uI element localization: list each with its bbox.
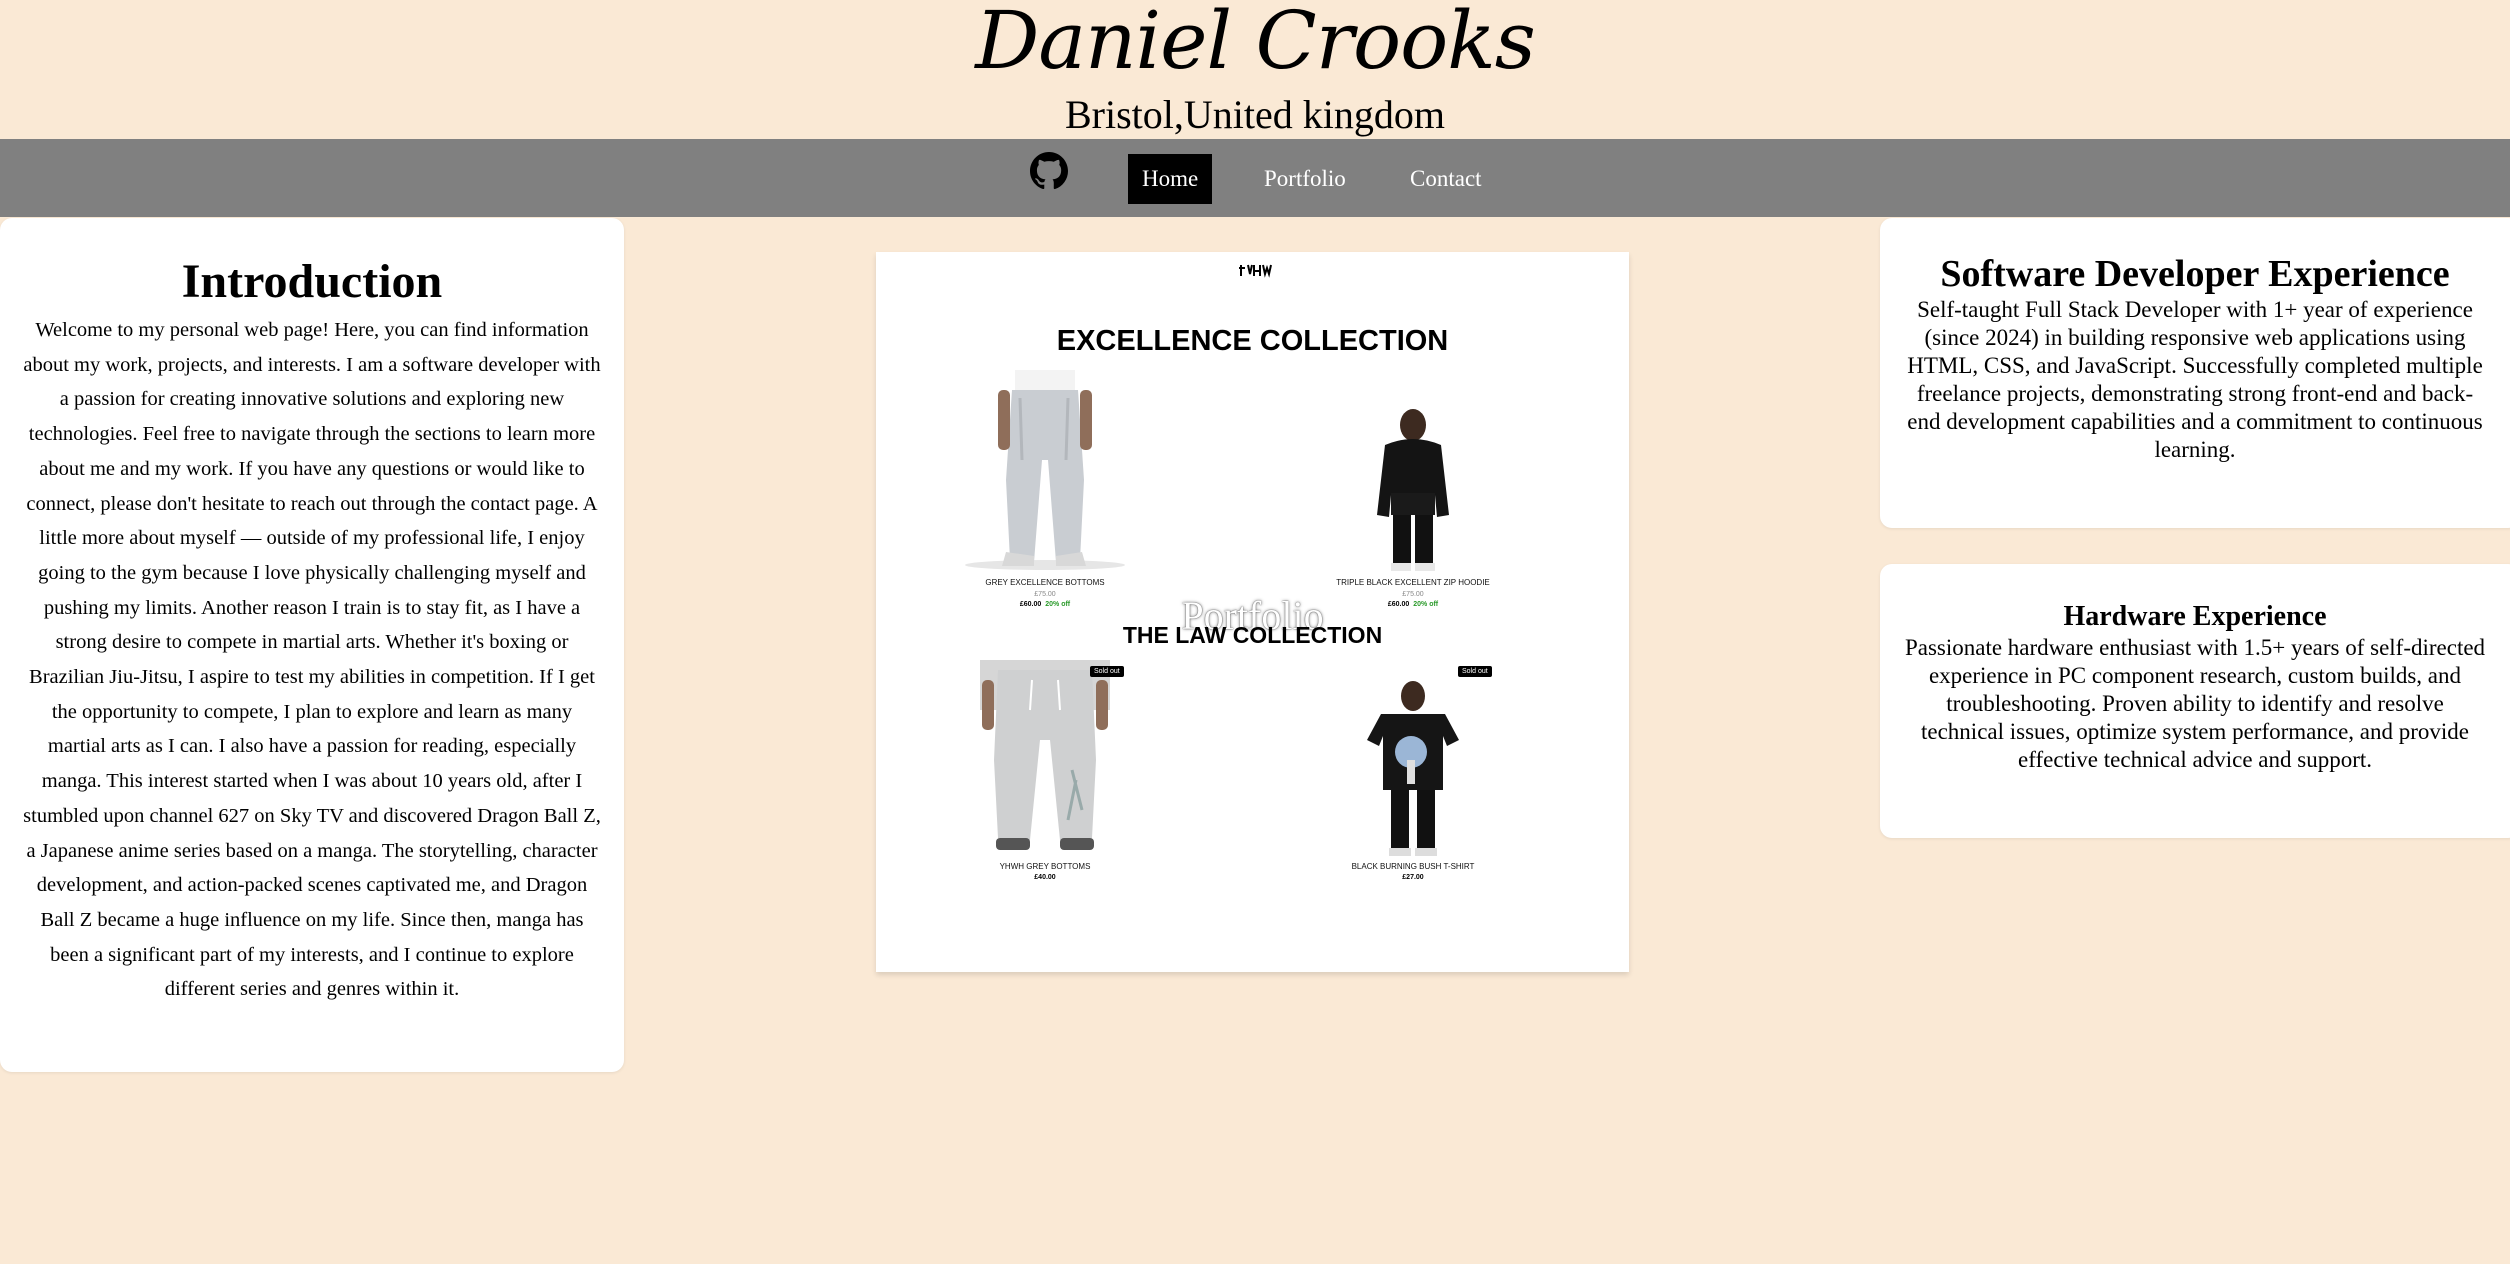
sold-out-badge: Sold out: [1458, 666, 1492, 677]
hardware-experience-text: Passionate hardware enthusiast with 1.5+…: [1904, 635, 2486, 772]
nav-contact[interactable]: Contact: [1396, 154, 1496, 204]
site-title: Daniel Crooks: [975, 0, 1536, 87]
excellence-collection-heading: EXCELLENCE COLLECTION: [1056, 325, 1449, 357]
introduction-card: Introduction Welcome to my personal web …: [0, 218, 624, 1072]
software-experience-heading: Software Developer Experience: [1940, 253, 2450, 295]
software-experience-card: Software Developer Experience Self-taugh…: [1880, 218, 2510, 528]
portfolio-preview-link[interactable]: EXCELLENCE COLLECTION GREY EXCELLENCE BO…: [876, 252, 1629, 972]
product-name: BLACK BURNING BUSH T-SHIRT: [1351, 862, 1475, 871]
product-card: TRIPLE BLACK EXCELLENT ZIP HOODIE £75.00…: [1308, 370, 1518, 615]
black-hoodie-image: [1377, 409, 1449, 571]
hardware-experience-heading: Hardware Experience: [2063, 601, 2327, 632]
hardware-experience-card: Hardware Experience Passionate hardware …: [1880, 564, 2510, 838]
burning-bush-tshirt-image: [1367, 681, 1459, 856]
product-card: Sold out YHWH GREY BOTTOMS £40.00: [940, 660, 1150, 900]
product-price: £40.00: [1034, 874, 1056, 881]
product-card: Sold out BLACK BURNING BUSH T-SHIRT £27.…: [1308, 660, 1518, 900]
law-collection-heading: THE LAW COLLECTION: [1122, 622, 1383, 648]
navbar: Home Portfolio Contact: [0, 139, 2510, 217]
product-name: GREY EXCELLENCE BOTTOMS: [985, 578, 1105, 587]
product-name: TRIPLE BLACK EXCELLENT ZIP HOODIE: [1336, 578, 1490, 587]
nav-portfolio[interactable]: Portfolio: [1250, 154, 1360, 204]
product-card: GREY EXCELLENCE BOTTOMS £75.00 £60.00 20%…: [940, 370, 1150, 615]
product-price: £27.00: [1402, 874, 1424, 881]
nav-home[interactable]: Home: [1128, 154, 1213, 204]
grey-bottoms-image: [965, 370, 1125, 570]
introduction-text: Welcome to my personal web page! Here, y…: [23, 319, 601, 1001]
location-subtitle: Bristol,United kingdom: [1065, 92, 1445, 137]
github-icon[interactable]: [1030, 152, 1068, 190]
product-name: YHWH GREY BOTTOMS: [999, 862, 1091, 871]
brand-logo: [1238, 260, 1278, 282]
yhwh-grey-bottoms-image: [980, 660, 1110, 850]
software-experience-text: Self-taught Full Stack Developer with 1+…: [1907, 297, 2483, 462]
introduction-heading: Introduction: [181, 255, 443, 308]
sold-out-badge: Sold out: [1090, 666, 1124, 677]
